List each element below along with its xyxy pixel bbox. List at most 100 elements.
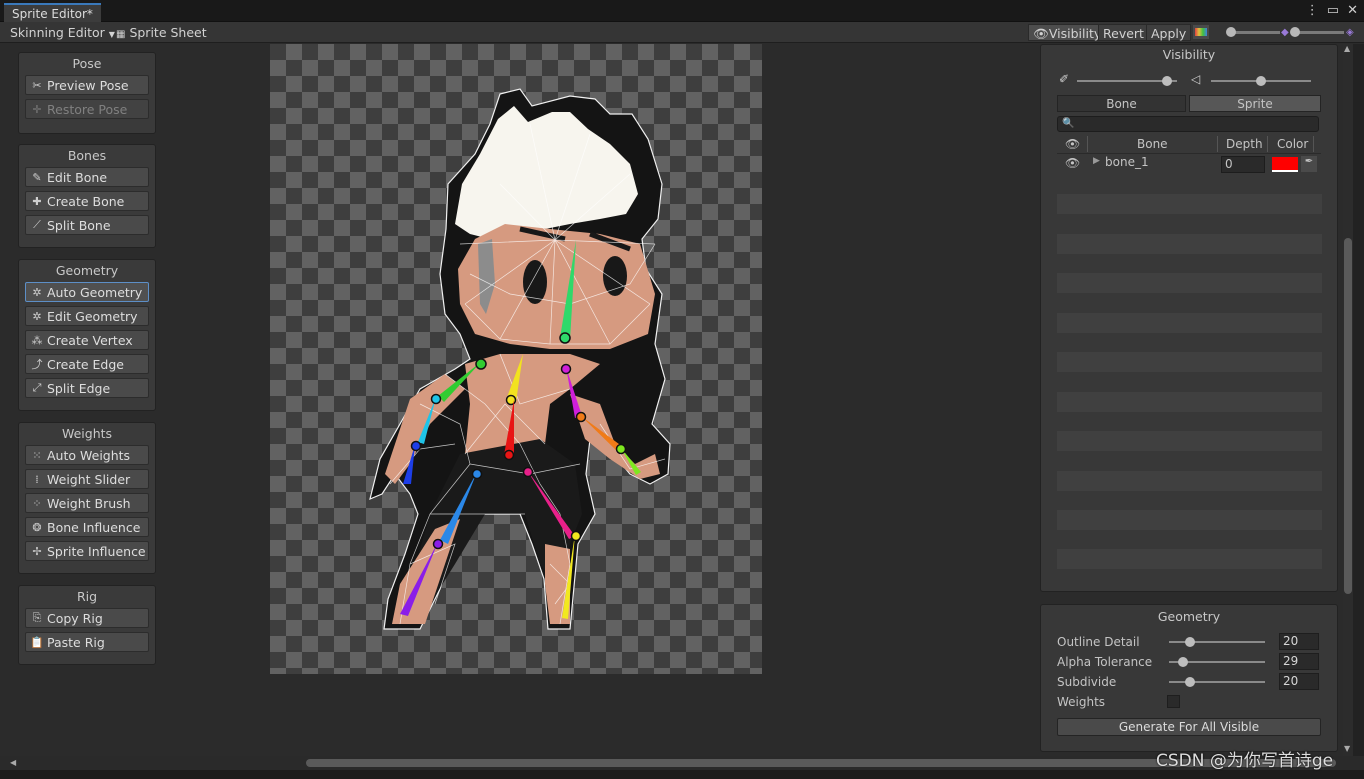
alpha-tolerance-input[interactable]: 29 (1279, 653, 1319, 670)
auto-geometry-button[interactable]: ✲ Auto Geometry (25, 282, 149, 302)
tab-sprite[interactable]: Sprite (1189, 95, 1321, 112)
bone-opacity-knob[interactable] (1162, 76, 1172, 86)
split-bone-icon: ⟋ (33, 218, 41, 231)
search-icon: 🔍 (1062, 118, 1075, 129)
split-edge-button[interactable]: ⤢ Split Edge (25, 378, 149, 398)
sprite-sheet-button[interactable]: ▦ Sprite Sheet (112, 24, 211, 41)
auto-geometry-label: Auto Geometry (47, 284, 143, 300)
column-depth[interactable]: Depth (1226, 137, 1263, 151)
edit-bone-button[interactable]: ✎ Edit Bone (25, 167, 149, 187)
outline-detail-knob[interactable] (1185, 637, 1195, 647)
dropdown-label: Skinning Editor (10, 25, 105, 40)
weight-brush-button[interactable]: ⁘ Weight Brush (25, 493, 149, 513)
scroll-down-arrow-icon[interactable]: ▼ (1344, 744, 1350, 753)
edit-geometry-label: Edit Geometry (47, 308, 138, 324)
create-vertex-button[interactable]: ⁂ Create Vertex (25, 330, 149, 350)
eye-column-icon[interactable]: 👁 (1065, 137, 1080, 151)
sprite-influence-button[interactable]: ✢ Sprite Influence (25, 541, 149, 561)
sprite-opacity-knob[interactable] (1256, 76, 1266, 86)
paste-rig-label: Paste Rig (47, 634, 105, 650)
bone-table-header: 👁 Bone Depth Color (1057, 136, 1321, 154)
copy-rig-button[interactable]: ⎘ Copy Rig (25, 608, 149, 628)
window-tab[interactable]: Sprite Editor* (4, 3, 101, 22)
revert-button[interactable]: Revert (1098, 24, 1149, 41)
bones-panel: Bones ✎ Edit Bone ✚ Create Bone ⟋ Split Bon… (18, 144, 156, 248)
split-edge-icon: ⤢ (32, 381, 42, 394)
alpha-tolerance-label: Alpha Tolerance (1057, 655, 1153, 669)
maximize-icon[interactable]: ▭ (1327, 3, 1339, 18)
bone-influence-icon: ❂ (32, 520, 42, 534)
split-bone-button[interactable]: ⟋ Split Bone (25, 215, 149, 235)
weight-slider-button[interactable]: ⁞ Weight Slider (25, 469, 149, 489)
create-edge-icon: ⤴ (31, 358, 43, 371)
create-bone-label: Create Bone (47, 193, 125, 209)
color-mode-icon[interactable] (1193, 25, 1209, 39)
bone-name: bone_1 (1105, 155, 1149, 169)
skinning-editor-dropdown[interactable]: Skinning Editor ▼ (6, 24, 119, 41)
geometry-panel: Geometry Outline Detail 20 Alpha Toleran… (1040, 604, 1338, 752)
bones-panel-title: Bones (67, 148, 107, 163)
close-icon[interactable]: ✕ (1347, 3, 1358, 18)
outline-detail-slider[interactable] (1169, 641, 1265, 643)
list-stripe (1057, 313, 1322, 333)
column-bone[interactable]: Bone (1137, 137, 1168, 151)
create-bone-button[interactable]: ✚ Create Bone (25, 191, 149, 211)
list-stripe (1057, 234, 1322, 254)
column-color[interactable]: Color (1277, 137, 1308, 151)
kebab-icon[interactable]: ⋮ (1306, 3, 1319, 18)
tab-bone[interactable]: Bone (1057, 95, 1186, 112)
scroll-up-arrow-icon[interactable]: ▲ (1344, 44, 1350, 53)
eyedropper-icon[interactable]: ✒ (1301, 156, 1317, 172)
edit-bone-label: Edit Bone (47, 169, 108, 185)
weights-row: Weights (1057, 693, 1319, 711)
auto-weights-label: Auto Weights (47, 447, 131, 463)
preview-pose-button[interactable]: ✂ Preview Pose (25, 75, 149, 95)
geometry-tools-title: Geometry (55, 263, 119, 278)
create-vertex-icon: ⁂ (31, 333, 43, 347)
zoom-slider-knob[interactable] (1226, 27, 1236, 37)
weights-label: Weights (1057, 695, 1106, 709)
outline-detail-label: Outline Detail (1057, 635, 1140, 649)
watermark: CSDN @为你写首诗ge (1156, 751, 1334, 771)
depth-field[interactable]: 0 (1221, 156, 1265, 173)
eye-icon: 👁 (1033, 26, 1049, 41)
auto-weights-button[interactable]: ⁙ Auto Weights (25, 445, 149, 465)
mip-slider-knob[interactable] (1290, 27, 1300, 37)
paste-rig-button[interactable]: 📋 Paste Rig (25, 632, 149, 652)
restore-pose-button[interactable]: ✛ Restore Pose (25, 99, 149, 119)
scroll-left-arrow-icon[interactable]: ◀ (10, 758, 16, 767)
sprite-influence-label: Sprite Influence (47, 543, 146, 559)
geometry-tools-panel: Geometry ✲ Auto Geometry ✲ Edit Geometry ⁂… (18, 259, 156, 411)
table-row[interactable]: 👁 ▶ bone_1 0 ✒ (1057, 155, 1321, 173)
weights-panel-title: Weights (61, 426, 113, 441)
restore-pose-label: Restore Pose (47, 101, 128, 117)
subdivide-input[interactable]: 20 (1279, 673, 1319, 690)
edit-geometry-button[interactable]: ✲ Edit Geometry (25, 306, 149, 326)
bone-search-input[interactable]: 🔍 (1057, 116, 1319, 132)
weights-checkbox[interactable] (1167, 695, 1180, 708)
visibility-toggle[interactable]: 👁Visibility (1028, 24, 1107, 41)
bone-color-swatch[interactable] (1272, 157, 1298, 172)
subdivide-slider[interactable] (1169, 681, 1265, 683)
list-stripe (1057, 194, 1322, 214)
sprite-sheet-icon: ▦ (116, 29, 126, 40)
bone-opacity-icon: ✐ (1059, 72, 1070, 86)
character-sprite[interactable] (270, 44, 762, 676)
rig-panel: Rig ⎘ Copy Rig 📋 Paste Rig (18, 585, 156, 665)
clipped-inspector-edge (1353, 44, 1364, 756)
apply-button[interactable]: Apply (1146, 24, 1192, 41)
alpha-tolerance-knob[interactable] (1178, 657, 1188, 667)
pose-panel-title: Pose (72, 56, 102, 71)
split-bone-label: Split Bone (47, 217, 111, 233)
create-edge-button[interactable]: ⤴ Create Edge (25, 354, 149, 374)
outline-detail-input[interactable]: 20 (1279, 633, 1319, 650)
alpha-tolerance-row: Alpha Tolerance 29 (1057, 653, 1319, 671)
row-visibility-icon[interactable]: 👁 (1065, 156, 1080, 170)
create-vertex-label: Create Vertex (47, 332, 133, 348)
expand-arrow-icon[interactable]: ▶ (1093, 156, 1100, 166)
subdivide-knob[interactable] (1185, 677, 1195, 687)
outline-detail-row: Outline Detail 20 (1057, 633, 1319, 651)
vertical-scrollbar-thumb[interactable] (1344, 238, 1352, 594)
generate-for-all-visible-button[interactable]: Generate For All Visible (1057, 718, 1321, 736)
bone-influence-button[interactable]: ❂ Bone Influence (25, 517, 149, 537)
